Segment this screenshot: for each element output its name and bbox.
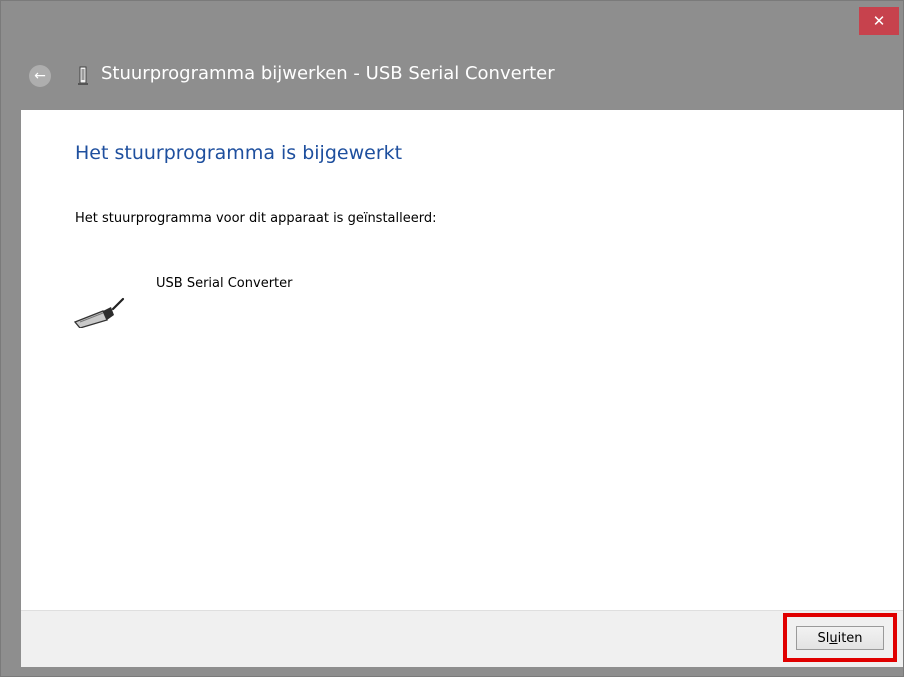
window-close-button[interactable]: ✕ [859,7,899,35]
dialog-footer: Sluiten [21,610,903,667]
device-name: USB Serial Converter [156,276,293,291]
usb-plug-icon [73,297,125,328]
dialog-content: Het stuurprogramma is bijgewerkt Het stu… [21,110,903,610]
close-button[interactable]: Sluiten [796,626,884,650]
window-title: Stuurprogramma bijwerken - USB Serial Co… [101,63,555,84]
close-button-accelerator: u [829,630,838,646]
highlight-box: Sluiten [783,613,897,662]
description-text: Het stuurprogramma voor dit apparaat is … [75,211,437,226]
close-button-label-post: iten [837,630,863,646]
back-arrow-icon[interactable]: ← [29,65,51,87]
device-driver-icon [78,66,88,85]
page-title: Het stuurprogramma is bijgewerkt [75,142,403,164]
dialog-window: ✕ ← Stuurprogramma bijwerken - USB Seria… [0,0,904,677]
close-button-label-pre: Sl [817,630,830,646]
